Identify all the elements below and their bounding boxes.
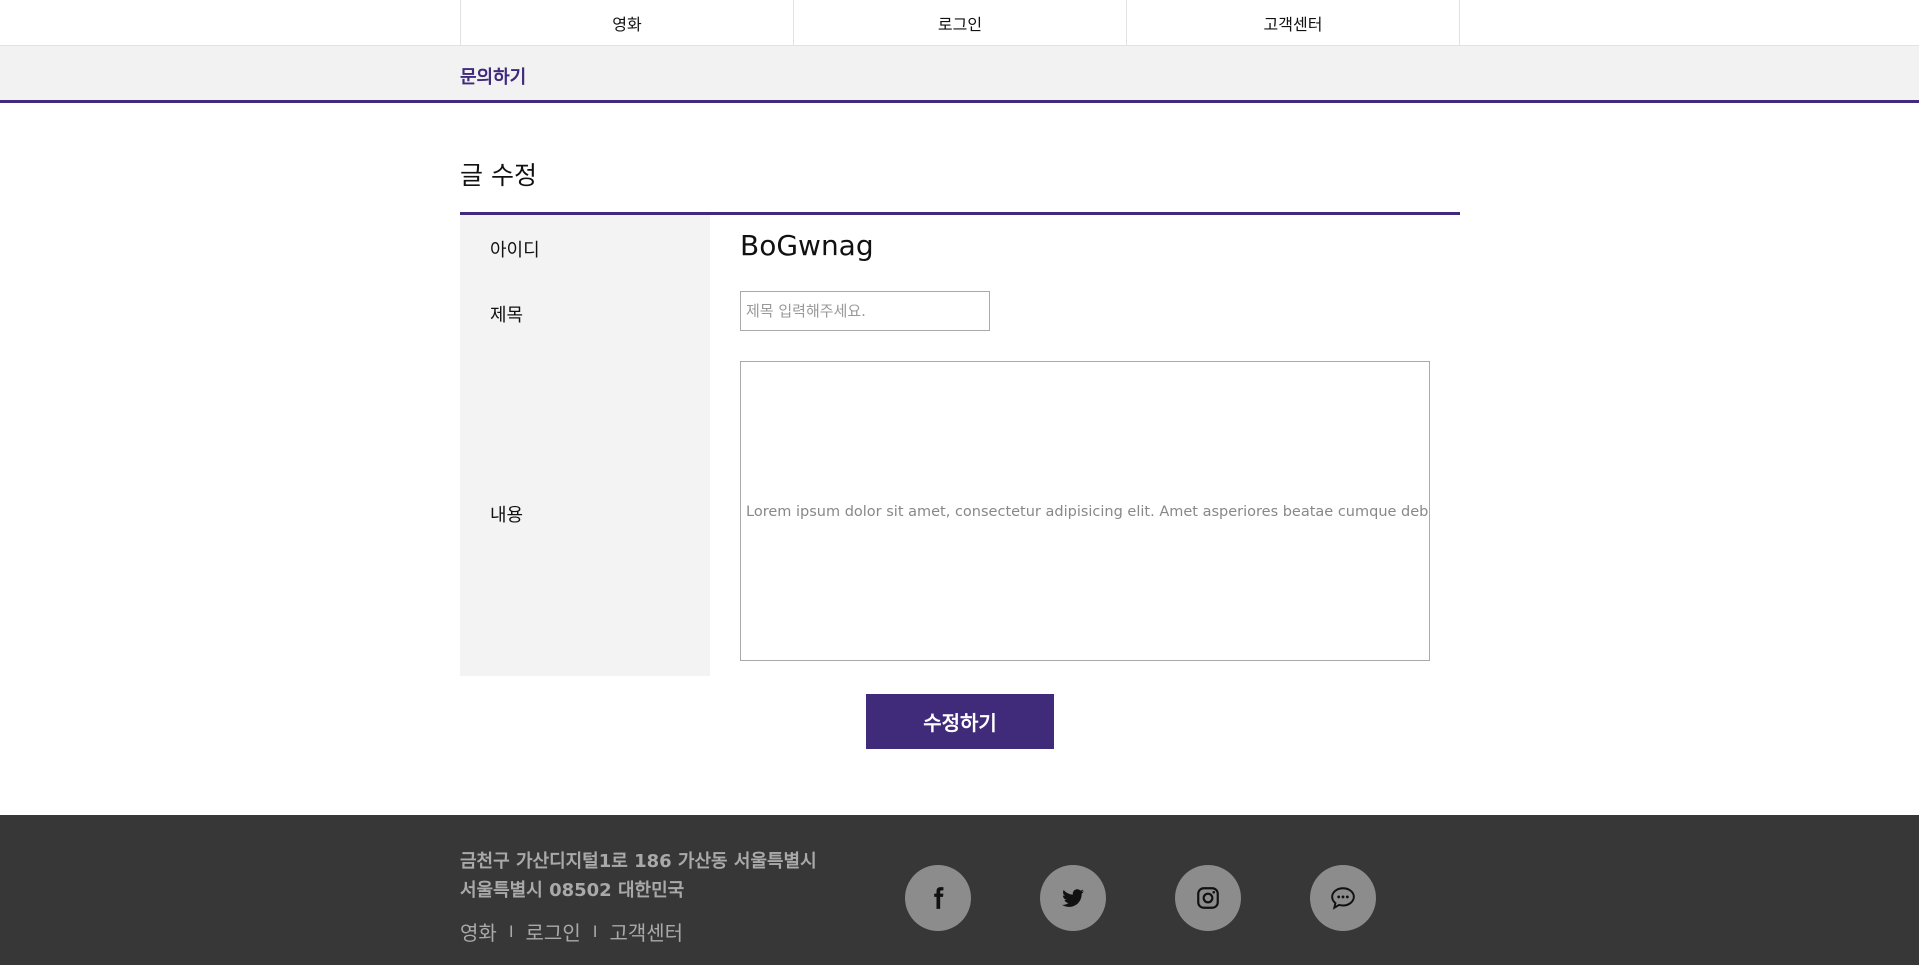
id-label: 아이디	[490, 240, 540, 261]
section-header-bar: 문의하기	[0, 46, 1919, 103]
nav-item-customer-center[interactable]: 고객센터	[1127, 0, 1460, 46]
footer-address-line1: 금천구 가산디지털1로 186 가산동 서울특별시	[460, 851, 817, 872]
title-label: 제목	[490, 305, 524, 326]
top-navigation-menu: 영화 로그인 고객센터	[460, 0, 1460, 46]
facebook-button[interactable]	[905, 865, 971, 931]
page-title: 글 수정	[460, 161, 537, 190]
edit-submit-button[interactable]: 수정하기	[866, 694, 1054, 749]
section-title: 문의하기	[460, 67, 527, 88]
author-id-value: BoGwnag	[740, 229, 874, 262]
footer-link-login[interactable]: 로그인	[526, 917, 581, 946]
nav-item-login[interactable]: 로그인	[794, 0, 1127, 46]
footer-address: 금천구 가산디지털1로 186 가산동 서울특별시 서울특별시 08502 대한…	[460, 847, 817, 905]
footer-link-movies[interactable]: 영화	[460, 917, 497, 946]
content-text: Lorem ipsum dolor sit amet, consectetur …	[746, 504, 1430, 520]
chat-icon	[1331, 887, 1355, 910]
footer: 금천구 가산디지털1로 186 가산동 서울특별시 서울특별시 08502 대한…	[0, 815, 1919, 965]
footer-separator: I	[508, 922, 514, 941]
top-navigation: 영화 로그인 고객센터	[0, 0, 1919, 46]
content-label: 내용	[490, 505, 524, 526]
instagram-icon	[1197, 887, 1219, 909]
twitter-button[interactable]	[1040, 865, 1106, 931]
chat-button[interactable]	[1310, 865, 1376, 931]
footer-address-line2: 서울특별시 08502 대한민국	[460, 880, 685, 901]
footer-separator: I	[592, 922, 598, 941]
form-label-column: 아이디 제목 내용	[460, 215, 710, 676]
twitter-icon	[1062, 889, 1084, 907]
title-input[interactable]	[740, 291, 990, 331]
footer-links: 영화 I 로그인 I 고객센터	[460, 917, 683, 946]
facebook-icon	[934, 887, 944, 909]
content-textarea[interactable]: Lorem ipsum dolor sit amet, consectetur …	[740, 361, 1430, 661]
footer-link-customer-center[interactable]: 고객센터	[609, 917, 683, 946]
nav-item-movies[interactable]: 영화	[461, 0, 794, 46]
instagram-button[interactable]	[1175, 865, 1241, 931]
